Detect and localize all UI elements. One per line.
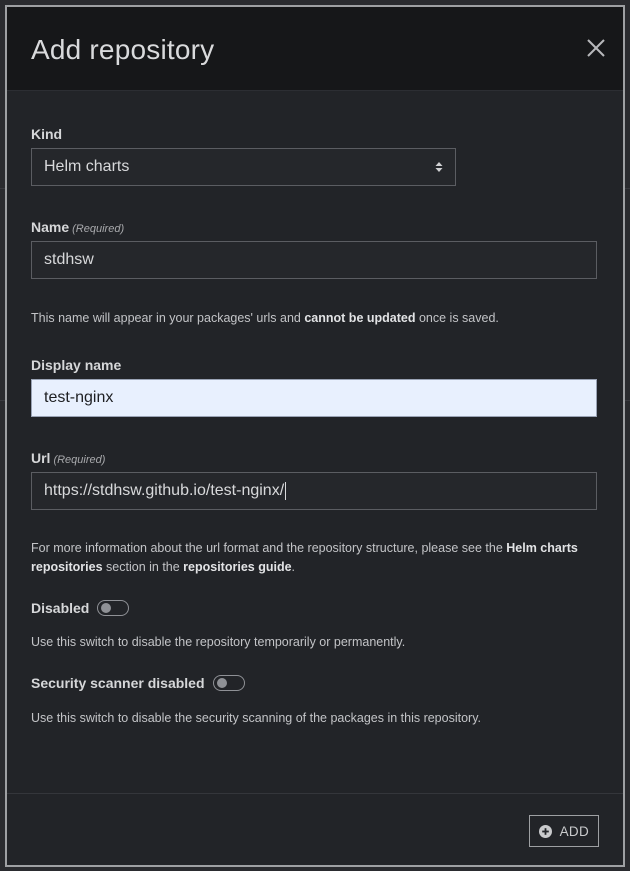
toggle-knob: [216, 678, 227, 688]
modal-title: Add repository: [31, 34, 215, 65]
name-required-hint: (Required): [72, 223, 125, 235]
name-help-prefix: This name will appear in your packages' …: [31, 311, 305, 325]
url-help-text: For more information about the url forma…: [31, 539, 599, 577]
url-label: Url (Required): [31, 450, 105, 466]
add-button[interactable]: ADD: [528, 815, 599, 847]
scanner-switch-row: Security scanner disabled: [31, 675, 245, 691]
modal-header: Add repository: [7, 7, 623, 91]
kind-select[interactable]: Helm charts: [31, 148, 456, 186]
url-label-text: Url: [31, 450, 51, 466]
disabled-toggle[interactable]: [97, 600, 130, 616]
plus-circle-icon: [538, 824, 552, 838]
scanner-disabled-toggle[interactable]: [212, 675, 245, 691]
name-label: Name (Required): [31, 219, 124, 235]
display-name-input-value: test-nginx: [44, 389, 114, 406]
disabled-help-text: Use this switch to disable the repositor…: [31, 635, 406, 649]
disabled-switch-row: Disabled: [31, 600, 130, 616]
toggle-knob: [101, 603, 112, 613]
name-help-text: This name will appear in your packages' …: [31, 309, 599, 328]
display-name-label: Display name: [31, 357, 122, 373]
scanner-disabled-label: Security scanner disabled: [31, 675, 205, 691]
name-label-text: Name: [31, 219, 70, 235]
url-input[interactable]: https://stdhsw.github.io/test-nginx/: [31, 472, 597, 510]
select-arrows-icon: [435, 161, 443, 173]
text-cursor: [285, 481, 287, 500]
display-name-input[interactable]: test-nginx: [31, 379, 597, 417]
add-repository-modal: Add repository Kind Helm charts Name (Req…: [5, 5, 625, 867]
name-input-value: stdhsw: [44, 251, 94, 268]
close-icon: [587, 39, 605, 57]
url-help-repositories-guide: repositories guide: [183, 560, 292, 574]
name-input[interactable]: stdhsw: [31, 241, 597, 279]
url-help-suffix: .: [291, 560, 296, 574]
url-help-prefix: For more information about the url forma…: [31, 541, 507, 555]
url-required-hint: (Required): [53, 454, 106, 466]
url-help-mid: section in the: [102, 560, 184, 574]
disabled-label: Disabled: [31, 600, 90, 616]
name-help-bold: cannot be updated: [304, 311, 416, 325]
scanner-help-text: Use this switch to disable the security …: [31, 711, 481, 725]
kind-label: Kind: [31, 126, 63, 142]
name-help-suffix: once is saved.: [415, 311, 499, 325]
modal-footer: ADD: [7, 793, 623, 865]
kind-select-value: Helm charts: [44, 158, 130, 175]
add-button-label: ADD: [559, 823, 589, 839]
close-button[interactable]: [585, 37, 607, 59]
url-input-value: https://stdhsw.github.io/test-nginx/: [44, 482, 285, 499]
